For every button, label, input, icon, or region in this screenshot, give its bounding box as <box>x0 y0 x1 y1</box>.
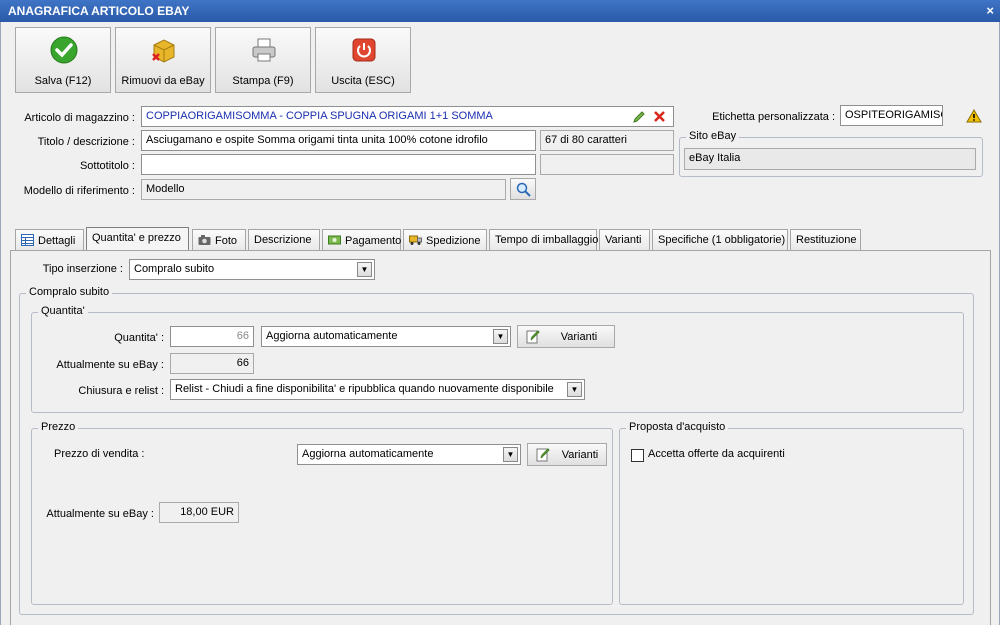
site-ebay-field: eBay Italia <box>684 148 976 170</box>
tab-label: Varianti <box>605 234 642 246</box>
money-icon <box>328 235 341 245</box>
insertion-type-select[interactable]: Compralo subito ▼ <box>129 259 375 280</box>
price-current-label: Attualmente su eBay : <box>46 508 154 520</box>
tab-label: Foto <box>215 235 238 247</box>
table-icon <box>21 234 34 246</box>
tab-restituzione[interactable]: Restituzione <box>790 229 861 251</box>
buy-now-group-title: Compralo subito <box>26 286 113 298</box>
tab-label: Specifiche (1 obbligatorie) <box>658 234 786 246</box>
subtitle-field[interactable] <box>141 154 536 175</box>
custom-label-field[interactable]: OSPITEORIGAMISOMMA <box>840 105 943 126</box>
tab-label: Tempo di imballaggio <box>495 234 599 246</box>
price-variants-button[interactable]: Varianti <box>527 443 607 466</box>
accept-offers-label: Accetta offerte da acquirenti <box>648 448 785 460</box>
warning-icon <box>966 109 982 123</box>
power-icon <box>352 38 376 62</box>
close-relist-label: Chiusura e relist : <box>78 385 164 397</box>
print-button[interactable]: Stampa (F9) <box>215 27 311 93</box>
custom-label-label: Etichetta personalizzata : <box>712 111 835 123</box>
tab-pagamento[interactable]: Pagamento <box>322 229 401 251</box>
model-label: Modello di riferimento : <box>23 185 135 197</box>
offer-group-title: Proposta d'acquisto <box>626 421 729 433</box>
price-group-title: Prezzo <box>38 421 79 433</box>
tab-panel-quantita-prezzo: Tipo inserzione : Compralo subito ▼ Comp… <box>10 250 991 625</box>
price-mode-value: Aggiorna automaticamente <box>302 448 434 460</box>
exit-button-label: Uscita (ESC) <box>331 75 395 87</box>
chevron-down-icon: ▼ <box>357 262 372 277</box>
box-remove-icon <box>152 39 175 63</box>
printer-icon <box>252 38 276 62</box>
title-field[interactable]: Asciugamano e ospite Somma origami tinta… <box>141 130 536 151</box>
tab-label: Spedizione <box>426 235 481 247</box>
quantity-group-title: Quantita' <box>38 305 88 317</box>
tab-specifiche[interactable]: Specifiche (1 obbligatorie) <box>652 229 788 251</box>
tab-dettagli[interactable]: Dettagli <box>15 229 84 251</box>
subtitle-label: Sottotitolo : <box>79 160 135 172</box>
insertion-type-value: Compralo subito <box>134 263 215 275</box>
model-search-button[interactable] <box>510 178 536 200</box>
magnifier-icon <box>516 182 531 197</box>
truck-icon <box>409 235 422 245</box>
tab-tempo-imballaggio[interactable]: Tempo di imballaggio <box>489 229 599 251</box>
quantity-label: Quantita' : <box>114 332 164 344</box>
buy-now-group: Compralo subito Quantita' Quantita' : 66… <box>19 286 974 615</box>
clear-x-icon[interactable] <box>653 110 666 123</box>
exit-button[interactable]: Uscita (ESC) <box>315 27 411 93</box>
edit-document-icon <box>536 448 550 462</box>
chevron-down-icon: ▼ <box>493 329 508 344</box>
close-relist-select[interactable]: Relist - Chiudi a fine disponibilita' e … <box>170 379 585 400</box>
price-group: Prezzo Prezzo di vendita : Aggiorna auto… <box>31 421 613 605</box>
variants-button-label: Varianti <box>560 331 598 343</box>
accept-offers-checkbox[interactable] <box>631 449 644 462</box>
quantity-field[interactable]: 66 <box>170 326 254 347</box>
tab-descrizione[interactable]: Descrizione <box>248 229 320 251</box>
tab-spedizione[interactable]: Spedizione <box>403 229 487 251</box>
model-field: Modello <box>141 179 506 200</box>
offer-group: Proposta d'acquisto Accetta offerte da a… <box>619 421 964 605</box>
quantity-group: Quantita' Quantita' : 66 Aggiorna automa… <box>31 305 964 413</box>
chevron-down-icon: ▼ <box>503 447 518 462</box>
tab-label: Pagamento <box>345 235 402 247</box>
tab-varianti[interactable]: Varianti <box>599 229 650 251</box>
current-ebay-qty-label: Attualmente su eBay : <box>56 359 164 371</box>
quantity-mode-value: Aggiorna automaticamente <box>266 330 398 342</box>
insertion-type-label: Tipo inserzione : <box>42 263 123 275</box>
tab-label: Quantita' e prezzo <box>92 232 181 244</box>
title-label: Titolo / descrizione : <box>37 136 135 148</box>
camera-icon <box>198 235 211 245</box>
tab-foto[interactable]: Foto <box>192 229 246 251</box>
quantity-variants-button[interactable]: Varianti <box>517 325 615 348</box>
site-ebay-group-title: Sito eBay <box>686 130 740 142</box>
tab-quantita-prezzo[interactable]: Quantita' e prezzo <box>86 227 189 252</box>
tab-label: Dettagli <box>38 235 76 247</box>
quantity-mode-select[interactable]: Aggiorna automaticamente ▼ <box>261 326 511 347</box>
tab-label: Descrizione <box>254 234 312 246</box>
tab-label: Restituzione <box>796 234 857 246</box>
chevron-down-icon: ▼ <box>567 382 582 397</box>
article-label: Articolo di magazzino : <box>24 112 135 124</box>
print-button-label: Stampa (F9) <box>232 75 294 87</box>
main-window: Salva (F12) Rimuovi da eBay Stampa (F9) … <box>0 22 1000 625</box>
variants-button-label: Varianti <box>561 449 599 461</box>
remove-button-label: Rimuovi da eBay <box>121 75 205 87</box>
subtitle-counter <box>540 154 674 175</box>
sale-price-label: Prezzo di vendita : <box>54 448 145 460</box>
site-ebay-group: Sito eBay eBay Italia <box>679 130 983 177</box>
window-titlebar: ANAGRAFICA ARTICOLO EBAY × <box>0 0 1000 22</box>
price-current-field: 18,00 EUR <box>159 502 239 523</box>
save-button[interactable]: Salva (F12) <box>15 27 111 93</box>
close-icon[interactable]: × <box>986 3 994 18</box>
remove-from-ebay-button[interactable]: Rimuovi da eBay <box>115 27 211 93</box>
title-counter: 67 di 80 caratteri <box>540 130 674 151</box>
price-mode-select[interactable]: Aggiorna automaticamente ▼ <box>297 444 521 465</box>
close-relist-value: Relist - Chiudi a fine disponibilita' e … <box>175 383 554 395</box>
checkmark-icon <box>50 36 78 64</box>
pencil-icon[interactable] <box>632 110 646 124</box>
window-title: ANAGRAFICA ARTICOLO EBAY <box>8 4 190 18</box>
article-field[interactable]: COPPIAORIGAMISOMMA - COPPIA SPUGNA ORIGA… <box>141 106 674 127</box>
edit-document-icon <box>526 330 540 344</box>
save-button-label: Salva (F12) <box>34 75 92 87</box>
current-ebay-qty-field: 66 <box>170 353 254 374</box>
